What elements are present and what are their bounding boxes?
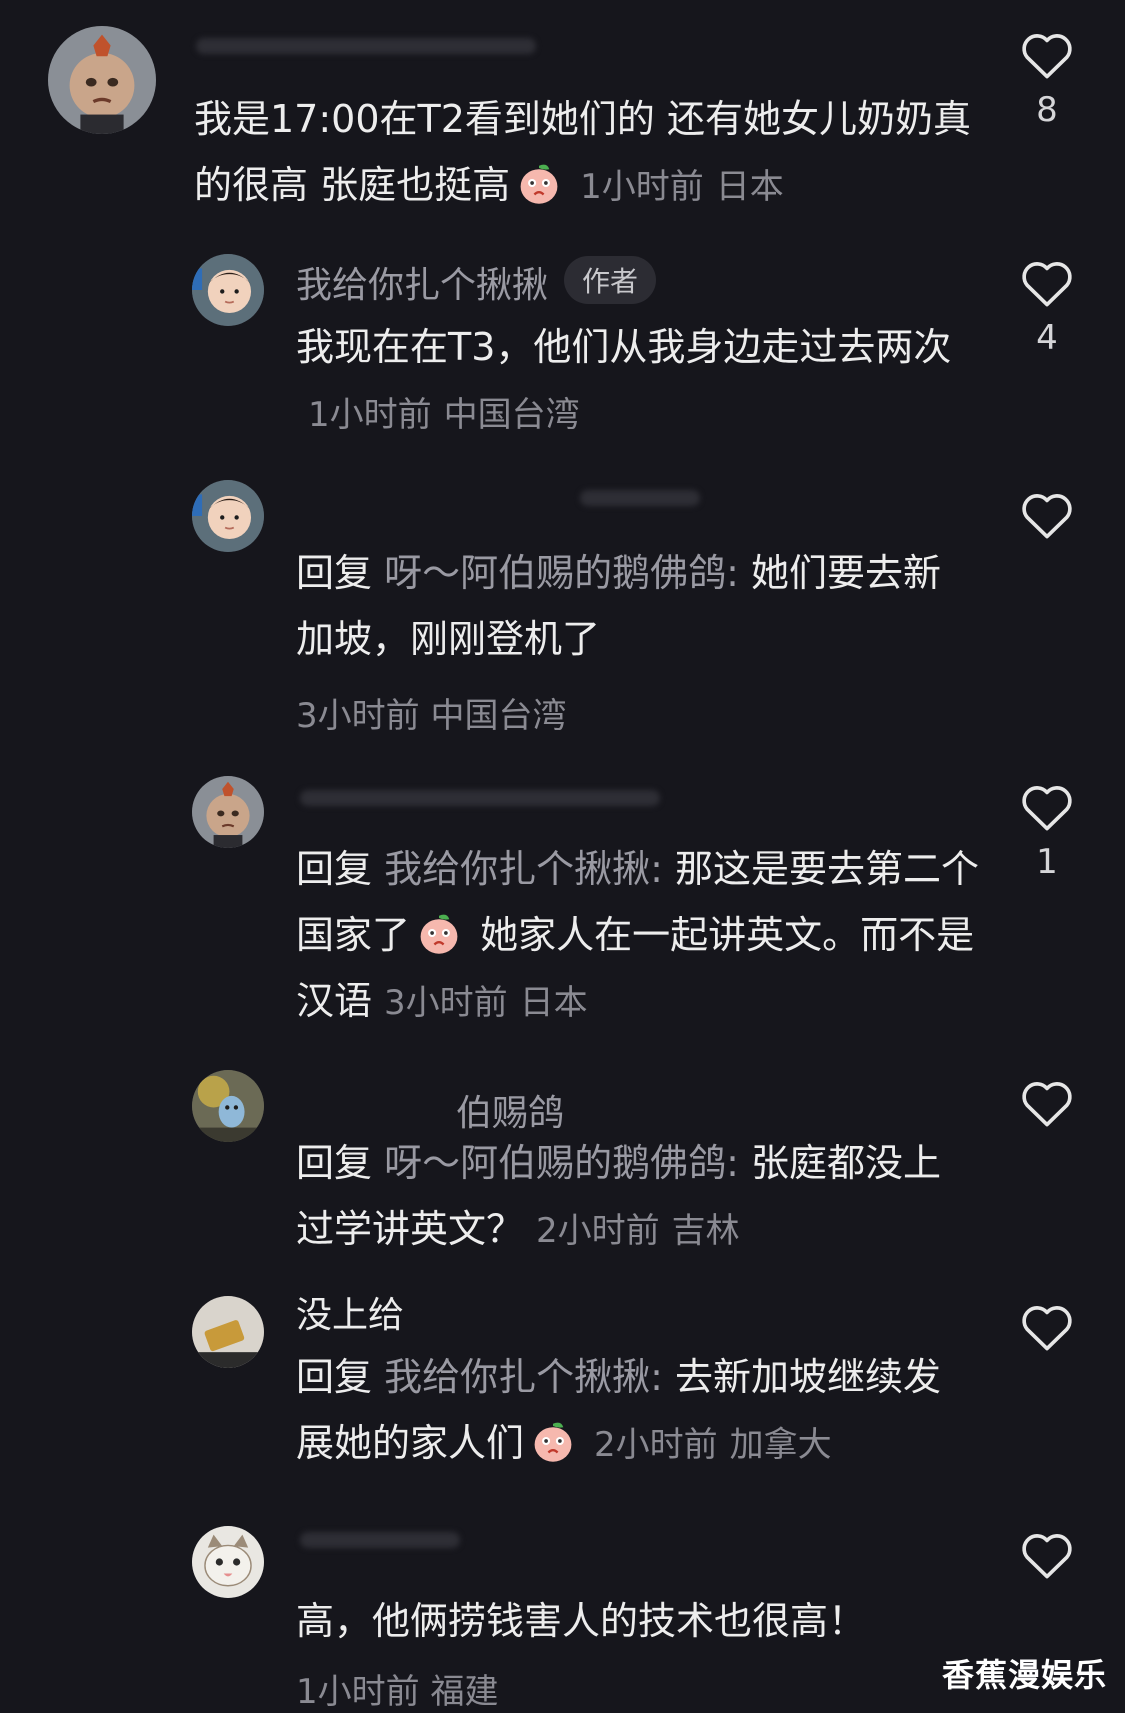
like-button[interactable]	[1015, 490, 1079, 540]
reply-target[interactable]: 呀～阿伯赐的鹅佛鸽:	[384, 551, 739, 595]
reply-item: 没上给 回复 我给你扎个揪揪: 去新加坡继续发展她的家人们 2小时前 加拿大	[0, 1282, 1125, 1502]
like-count: 1	[1036, 842, 1058, 882]
avatar[interactable]	[192, 1070, 264, 1142]
watermark: 香蕉漫娱乐	[941, 1656, 1107, 1694]
heart-icon	[1022, 34, 1072, 79]
avatar-child-icon	[192, 480, 264, 552]
reply-location: 吉林	[671, 1211, 740, 1251]
reply-location: 福建	[430, 1672, 499, 1712]
reply-target[interactable]: 我给你扎个揪揪:	[384, 1355, 663, 1399]
avatar-toy-icon	[192, 1070, 264, 1142]
avatar-photo-icon	[192, 1296, 264, 1368]
author-badge: 作者	[564, 256, 657, 304]
avatar[interactable]	[48, 26, 156, 134]
comment-top: 我是17:00在T2看到她们的 还有她女儿奶奶真的很高 张庭也挺高 1小时前 日本 …	[0, 0, 1125, 220]
username-obscured	[300, 790, 660, 806]
username[interactable]: 我给你扎个揪揪	[296, 265, 548, 306]
avatar-baby-icon	[48, 26, 156, 134]
reply-location: 日本	[519, 983, 588, 1023]
heart-icon	[1022, 1306, 1072, 1351]
peach-face-emoji	[516, 160, 562, 206]
username-obscured	[300, 1532, 460, 1548]
reply-text: 回复 呀～阿伯赐的鹅佛鸽: 张庭都没上过学讲英文？ 2小时前 吉林	[296, 1141, 942, 1251]
reply-time: 3小时前	[296, 696, 420, 736]
reply-item: 伯赐鸽 回复 呀～阿伯赐的鹅佛鸽: 张庭都没上过学讲英文？ 2小时前 吉林	[0, 1066, 1125, 1276]
username-obscured	[196, 38, 536, 54]
reply-location: 中国台湾	[430, 696, 567, 736]
like-button[interactable]: 8	[1015, 30, 1079, 130]
like-button[interactable]	[1015, 1302, 1079, 1352]
reply-meta: 3小时前 中国台湾	[296, 688, 566, 737]
avatar[interactable]	[192, 776, 264, 848]
avatar-baby-icon	[192, 776, 264, 848]
reply-item: 回复 我给你扎个揪揪: 那这是要去第二个国家了 她家人在一起讲英文。而不是汉语 3…	[0, 770, 1125, 1040]
heart-icon	[1022, 262, 1072, 307]
like-button[interactable]: 4	[1015, 258, 1079, 358]
comment-text: 我是17:00在T2看到她们的 还有她女儿奶奶真的很高 张庭也挺高 1小时前 日本	[194, 97, 971, 207]
reply-time: 3小时前	[384, 983, 508, 1023]
username-line: 我给你扎个揪揪 作者	[296, 256, 657, 308]
reply-item: 我给你扎个揪揪 作者 我现在在T3，他们从我身边走过去两次1小时前 中国台湾 4	[0, 230, 1125, 440]
reply-location: 中国台湾	[443, 395, 580, 435]
avatar-child-icon	[192, 254, 264, 326]
avatar[interactable]	[192, 254, 264, 326]
reply-text: 回复 我给你扎个揪揪: 那这是要去第二个国家了 她家人在一起讲英文。而不是汉语 3…	[296, 847, 980, 1023]
peach-face-emoji	[530, 1418, 576, 1464]
avatar[interactable]	[192, 1296, 264, 1368]
reply-item: 回复 呀～阿伯赐的鹅佛鸽: 她们要去新加坡，刚刚登机了 3小时前 中国台湾	[0, 470, 1125, 740]
reply-text: 我现在在T3，他们从我身边走过去两次1小时前 中国台湾	[296, 325, 952, 435]
reply-location: 加拿大	[729, 1425, 832, 1465]
reply-meta: 1小时前 福建	[296, 1664, 498, 1713]
like-button[interactable]: 1	[1015, 782, 1079, 882]
reply-time: 1小时前	[308, 395, 432, 435]
reply-time: 2小时前	[536, 1211, 660, 1251]
peach-face-emoji	[416, 910, 462, 956]
avatar[interactable]	[192, 1526, 264, 1598]
like-count: 4	[1036, 318, 1058, 358]
avatar[interactable]	[192, 480, 264, 552]
reply-time: 2小时前	[594, 1425, 718, 1465]
comment-time: 1小时前	[580, 167, 704, 207]
avatar-cat-icon	[192, 1526, 264, 1598]
heart-icon	[1022, 786, 1072, 831]
reply-time: 1小时前	[296, 1672, 420, 1712]
username-partial[interactable]: 没上给	[296, 1286, 404, 1338]
reply-target[interactable]: 我给你扎个揪揪:	[384, 847, 663, 891]
reply-text: 高，他俩捞钱害人的技术也很高！	[296, 1599, 867, 1643]
like-button[interactable]	[1015, 1530, 1079, 1580]
reply-text: 回复 我给你扎个揪揪: 去新加坡继续发展她的家人们 2小时前 加拿大	[296, 1355, 942, 1465]
comment-location: 日本	[715, 167, 784, 207]
reply-text: 回复 呀～阿伯赐的鹅佛鸽: 她们要去新加坡，刚刚登机了	[296, 551, 942, 661]
heart-icon	[1022, 494, 1072, 539]
username-partial[interactable]: 伯赐鸽	[456, 1084, 564, 1136]
like-count: 8	[1036, 90, 1058, 130]
heart-icon	[1022, 1534, 1072, 1579]
like-button[interactable]	[1015, 1078, 1079, 1128]
username-obscured	[580, 490, 700, 506]
reply-target[interactable]: 呀～阿伯赐的鹅佛鸽:	[384, 1141, 739, 1185]
heart-icon	[1022, 1082, 1072, 1127]
